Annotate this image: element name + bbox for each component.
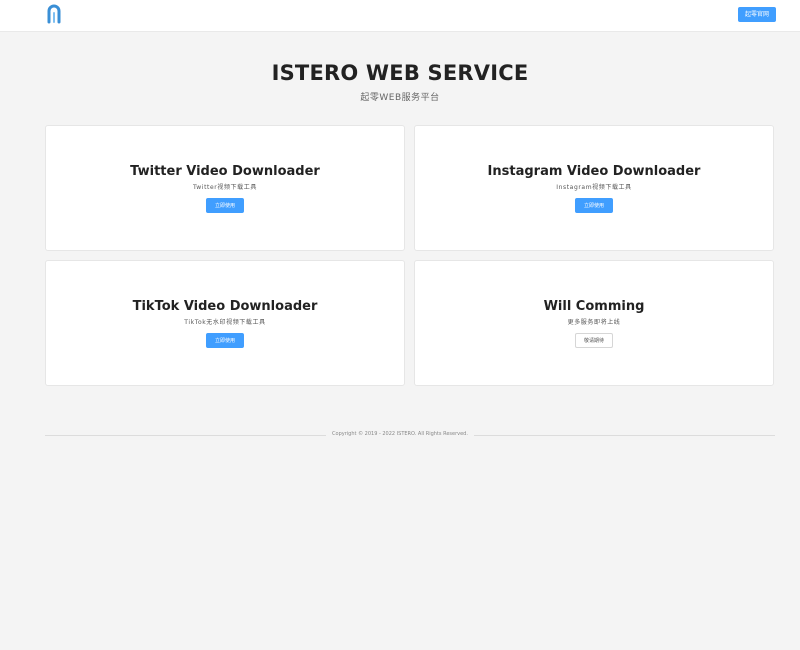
footer: Copyright © 2019 - 2022 ISTERO. All Righ… — [0, 431, 800, 437]
card-title: TikTok Video Downloader — [132, 299, 318, 314]
use-tiktok-downloader-button[interactable]: 立即使用 — [205, 333, 245, 348]
card-title: Will Comming — [543, 299, 645, 314]
page-title: ISTERO WEB SERVICE — [271, 61, 529, 85]
page-subtitle: 起零WEB服务平台 — [360, 93, 440, 103]
card-description: Instagram视频下载工具 — [556, 184, 632, 191]
service-card-twitter: Twitter Video Downloader Twitter视频下载工具 立… — [45, 125, 405, 251]
card-description: Twitter视频下载工具 — [193, 184, 257, 191]
card-title: Twitter Video Downloader — [130, 164, 320, 179]
use-instagram-downloader-button[interactable]: 立即使用 — [574, 198, 614, 213]
copyright-text: Copyright © 2019 - 2022 ISTERO. All Righ… — [326, 431, 474, 437]
service-card-coming-soon: Will Comming 更多服务即将上线 敬请期待 — [414, 260, 774, 386]
istero-logo-icon[interactable] — [46, 4, 62, 24]
card-description: 更多服务即将上线 — [567, 319, 621, 326]
card-description: TikTok无水印视频下载工具 — [184, 319, 266, 326]
coming-soon-button[interactable]: 敬请期待 — [574, 333, 614, 348]
official-site-button[interactable]: 起零官网 — [737, 7, 776, 22]
use-twitter-downloader-button[interactable]: 立即使用 — [205, 198, 245, 213]
service-card-instagram: Instagram Video Downloader Instagram视频下载… — [414, 125, 774, 251]
top-navbar: 起零官网 — [0, 0, 800, 32]
service-card-tiktok: TikTok Video Downloader TikTok无水印视频下载工具 … — [45, 260, 405, 386]
card-title: Instagram Video Downloader — [487, 164, 701, 179]
